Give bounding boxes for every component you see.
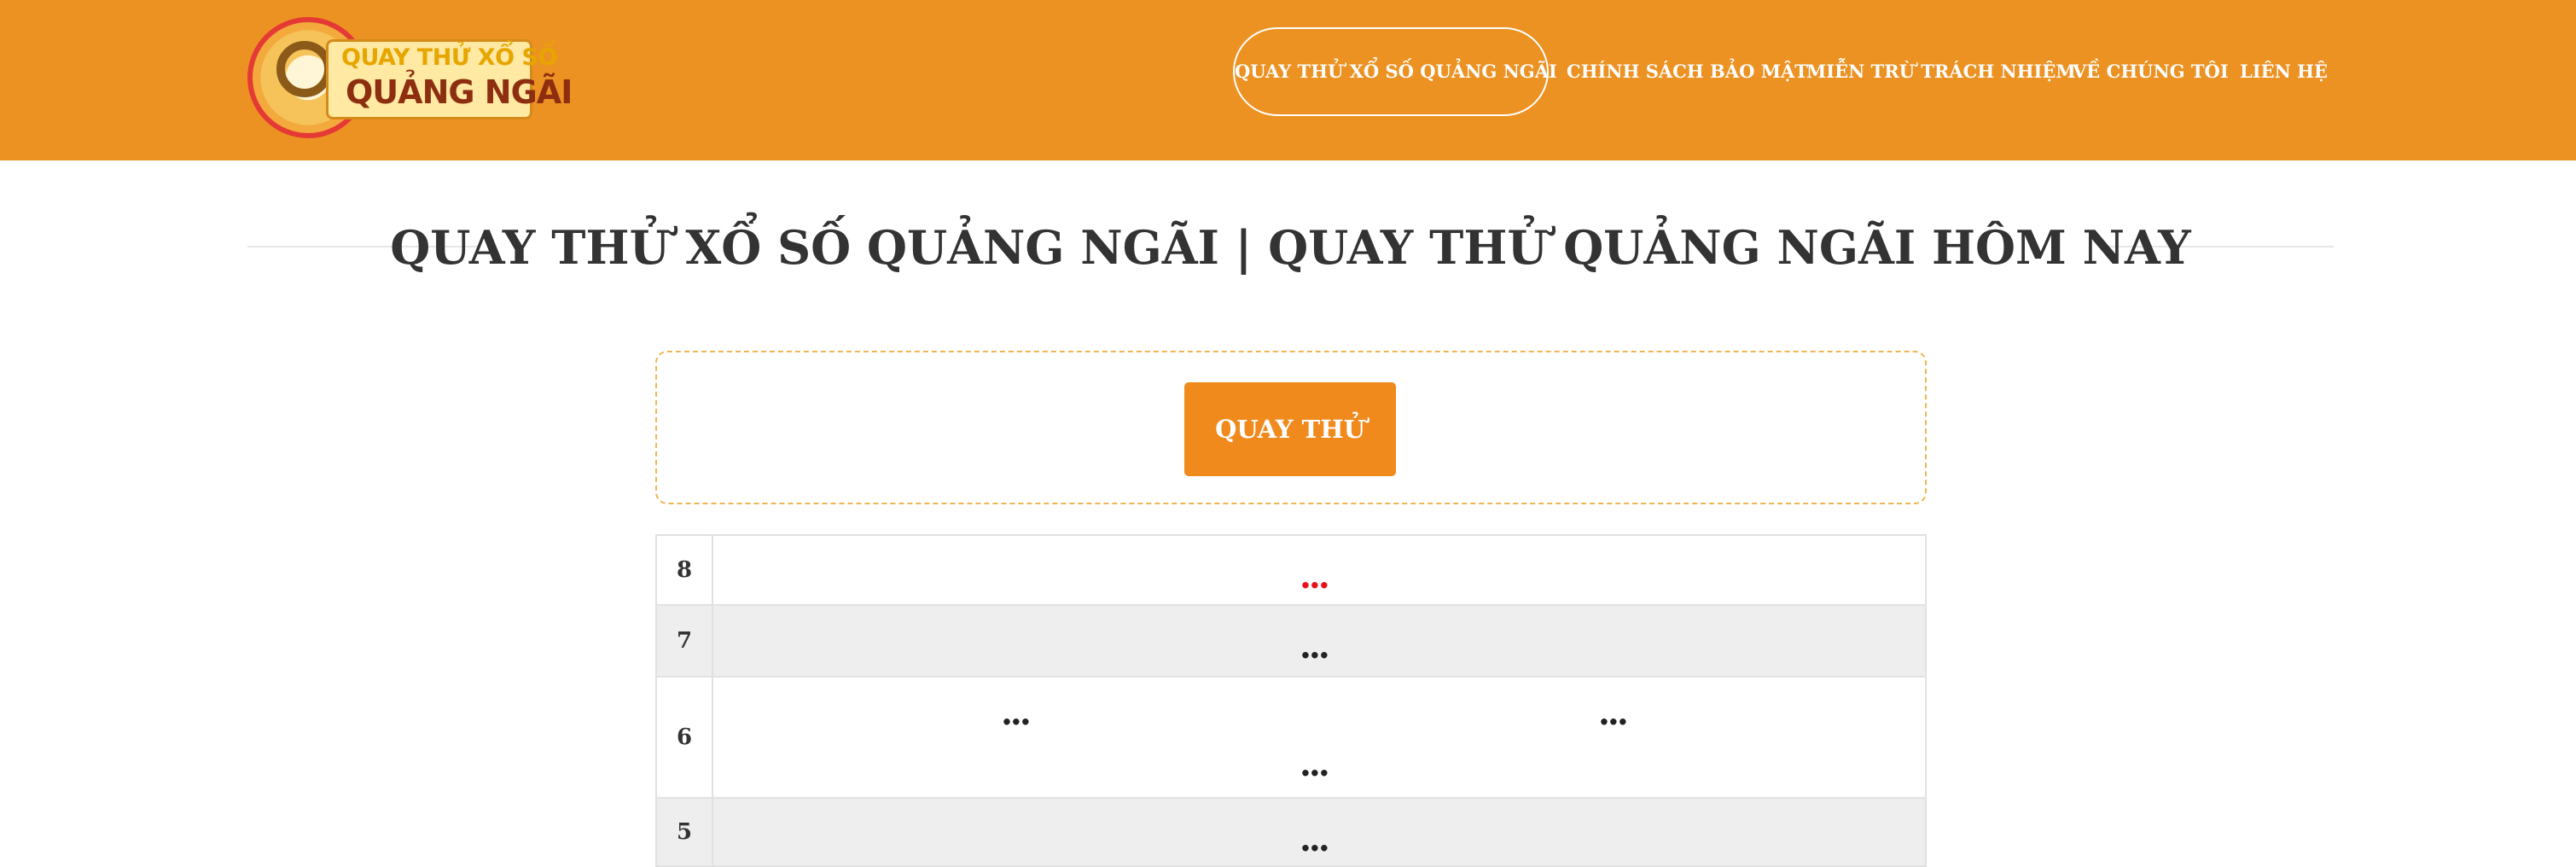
prize-value: ... bbox=[1300, 626, 1330, 666]
table-row-prize-8: 8 ... bbox=[657, 536, 1925, 606]
spin-button[interactable]: QUAY THỬ bbox=[1184, 382, 1396, 476]
page-title: QUAY THỬ XỔ SỐ QUẢNG NGÃI | QUAY THỬ QUẢ… bbox=[390, 220, 2191, 275]
results-table: 8 ... 7 ... 6 ... ... ... 5 ... bbox=[655, 534, 1927, 867]
prize-value: ... bbox=[1598, 693, 1629, 733]
nav-item-chinh-sach[interactable]: CHÍNH SÁCH BẢO MẬT bbox=[1567, 0, 1808, 143]
prize-value: ... bbox=[1001, 693, 1032, 733]
prize-value: ... bbox=[1300, 744, 1330, 784]
nav-item-ve-chung-toi[interactable]: VỀ CHÚNG TÔI bbox=[2073, 0, 2229, 143]
logo-text-line1: QUAY THỬ XỔ SỐ bbox=[341, 44, 557, 71]
nav-item-lien-he[interactable]: LIÊN HỆ bbox=[2240, 0, 2328, 143]
site-logo[interactable]: QUAY THỬ XỔ SỐ QUẢNG NGÃI bbox=[247, 15, 573, 143]
prize-value: ... bbox=[1300, 819, 1330, 859]
table-row-prize-6: 6 ... ... ... bbox=[657, 678, 1925, 799]
table-row-prize-5: 5 ... bbox=[657, 799, 1925, 867]
site-header: QUAY THỬ XỔ SỐ QUẢNG NGÃI QUAY THỬ XỔ SỐ… bbox=[0, 0, 2576, 160]
nav-item-mien-tru[interactable]: MIỄN TRỪ TRÁCH NHIỆM bbox=[1806, 0, 2076, 143]
logo-text-line2: QUẢNG NGÃI bbox=[346, 73, 573, 111]
prize-label: 8 bbox=[657, 536, 713, 604]
table-row-prize-7: 7 ... bbox=[657, 606, 1925, 678]
prize-label: 7 bbox=[657, 606, 713, 676]
prize-value: ... bbox=[1300, 556, 1330, 596]
page-title-section: QUAY THỬ XỔ SỐ QUẢNG NGÃI | QUAY THỬ QUẢ… bbox=[247, 213, 2334, 282]
nav-item-quay-thu-active[interactable]: QUAY THỬ XỔ SỐ QUẢNG NGÃI bbox=[1233, 27, 1557, 116]
prize-label: 6 bbox=[657, 678, 713, 797]
prize-label: 5 bbox=[657, 799, 713, 865]
